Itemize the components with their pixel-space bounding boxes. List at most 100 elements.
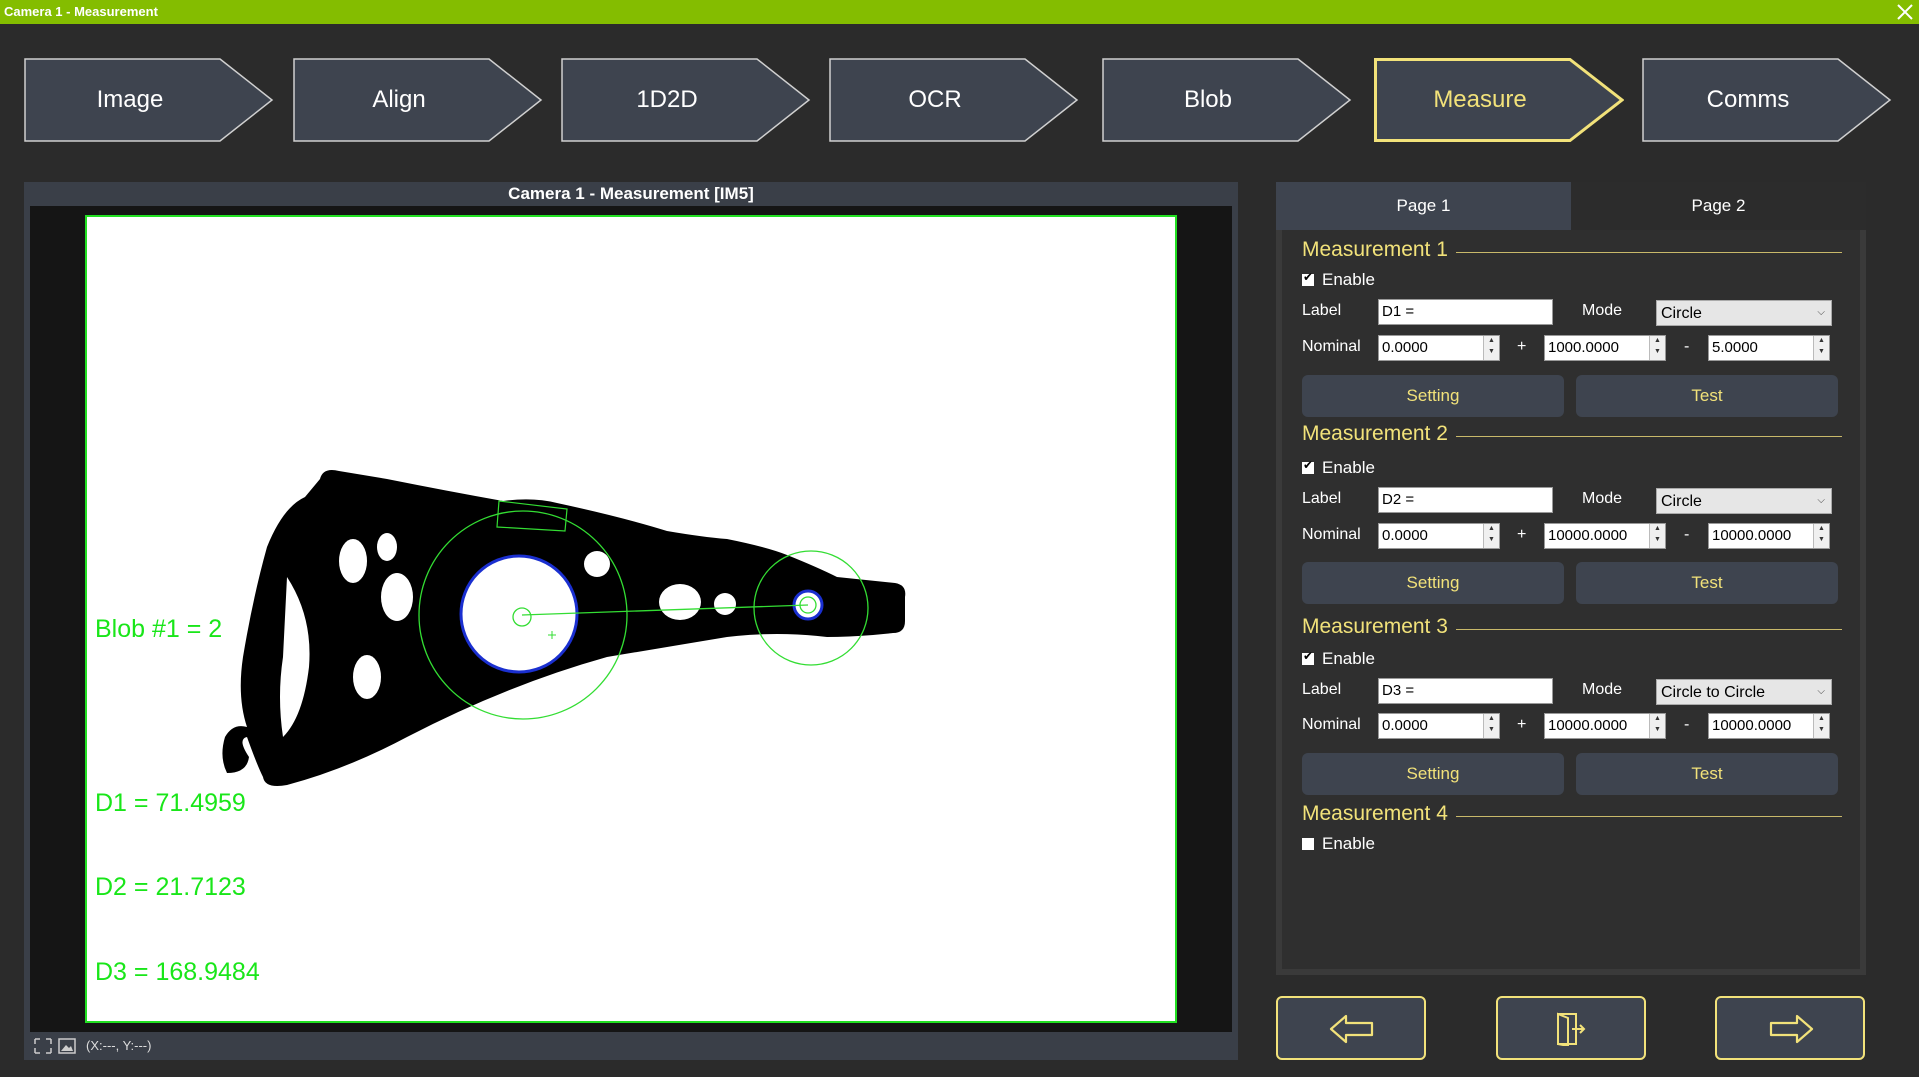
up-arrow-icon[interactable]: ▲ (1818, 337, 1825, 344)
plus-sign: + (1517, 526, 1527, 543)
next-button[interactable] (1715, 996, 1865, 1060)
down-arrow-icon[interactable]: ▼ (1654, 348, 1661, 355)
up-arrow-icon[interactable]: ▲ (1488, 525, 1495, 532)
stepper-buttons[interactable]: ▲ ▼ (1649, 336, 1665, 360)
exit-door-icon (1557, 1012, 1586, 1046)
camera-status-bar: (X:---, Y:---) (30, 1036, 630, 1056)
stepper-buttons[interactable]: ▲ ▼ (1483, 524, 1499, 548)
label-input[interactable]: D3 = (1378, 678, 1553, 704)
down-arrow-icon[interactable]: ▼ (1488, 536, 1495, 543)
up-arrow-icon[interactable]: ▲ (1818, 525, 1825, 532)
step-ocr[interactable]: OCR (829, 58, 1079, 142)
step-measure[interactable]: Measure (1374, 58, 1624, 142)
mode-value: Circle to Circle (1661, 684, 1766, 701)
stepper-buttons[interactable]: ▲ ▼ (1813, 524, 1829, 548)
nominal-value: 0.0000 (1382, 339, 1428, 356)
step-image[interactable]: Image (24, 58, 274, 142)
checkmark-icon: ✔ (1303, 649, 1314, 663)
stepper-buttons[interactable]: ▲ ▼ (1813, 714, 1829, 738)
minus-tolerance-stepper[interactable]: 10000.0000 ▲ ▼ (1708, 713, 1830, 739)
down-arrow-icon[interactable]: ▼ (1654, 726, 1661, 733)
setting-button[interactable]: Setting (1302, 753, 1564, 795)
nominal-stepper[interactable]: 0.0000 ▲ ▼ (1378, 523, 1500, 549)
stepper-buttons[interactable]: ▲ ▼ (1813, 336, 1829, 360)
back-button[interactable] (1276, 996, 1426, 1060)
test-button[interactable]: Test (1576, 753, 1838, 795)
checkbox-box[interactable] (1302, 838, 1314, 850)
up-arrow-icon[interactable]: ▲ (1488, 337, 1495, 344)
minus-tolerance-stepper[interactable]: 10000.0000 ▲ ▼ (1708, 523, 1830, 549)
down-arrow-icon[interactable]: ▼ (1818, 536, 1825, 543)
label-input[interactable]: D2 = (1378, 487, 1553, 513)
setting-button[interactable]: Setting (1302, 562, 1564, 604)
checkbox-box[interactable]: ✔ (1302, 458, 1314, 474)
down-arrow-icon[interactable]: ▼ (1488, 726, 1495, 733)
exit-button[interactable] (1496, 996, 1646, 1060)
mode-caption: Mode (1582, 681, 1623, 698)
checkbox-box[interactable]: ✔ (1302, 649, 1314, 665)
step-label: 1D2D (636, 86, 698, 113)
part-image (222, 470, 906, 786)
title-bar: Camera 1 - Measurement (0, 0, 1919, 24)
step-1d2d[interactable]: 1D2D (561, 58, 811, 142)
down-arrow-icon[interactable]: ▼ (1488, 348, 1495, 355)
step-align[interactable]: Align (293, 58, 543, 142)
step-blob[interactable]: Blob (1102, 58, 1352, 142)
up-arrow-icon[interactable]: ▲ (1654, 715, 1661, 722)
stepper-buttons[interactable]: ▲ ▼ (1649, 524, 1665, 548)
arrow-left-icon (1329, 1014, 1374, 1044)
test-button[interactable]: Test (1576, 375, 1838, 417)
up-arrow-icon[interactable]: ▲ (1654, 337, 1661, 344)
enable-checkbox[interactable]: ✔ Enable (1302, 648, 1422, 670)
test-button[interactable]: Test (1576, 562, 1838, 604)
mode-value: Circle (1661, 493, 1702, 510)
mode-select[interactable]: Circle to Circle ⌵ (1656, 679, 1832, 705)
mode-select[interactable]: Circle ⌵ (1656, 488, 1832, 514)
step-label: Blob (1183, 86, 1233, 113)
up-arrow-icon[interactable]: ▲ (1818, 715, 1825, 722)
image-icon[interactable] (58, 1038, 76, 1054)
plus-tolerance-stepper[interactable]: 10000.0000 ▲ ▼ (1544, 713, 1666, 739)
setting-button[interactable]: Setting (1302, 375, 1564, 417)
d2-result-text: D2 = 21.7123 (95, 873, 246, 901)
stepper-buttons[interactable]: ▲ ▼ (1483, 336, 1499, 360)
mode-select[interactable]: Circle ⌵ (1656, 300, 1832, 326)
camera-image[interactable]: Blob #1 = 2 D1 = 71.4959 D2 = 21.7123 D3… (85, 215, 1177, 1023)
checkbox-box[interactable]: ✔ (1302, 270, 1314, 286)
measurement-title: Measurement 4 (1302, 802, 1456, 826)
down-arrow-icon[interactable]: ▼ (1654, 536, 1661, 543)
plus-tolerance-stepper[interactable]: 10000.0000 ▲ ▼ (1544, 523, 1666, 549)
close-icon[interactable] (1895, 2, 1915, 22)
plus-tolerance-stepper[interactable]: 1000.0000 ▲ ▼ (1544, 335, 1666, 361)
minus-sign: - (1684, 338, 1690, 355)
down-arrow-icon[interactable]: ▼ (1818, 726, 1825, 733)
nominal-caption: Nominal (1302, 338, 1361, 355)
fit-to-window-icon[interactable] (34, 1038, 52, 1054)
camera-panel: Camera 1 - Measurement [IM5] Blob #1 = 2… (24, 182, 1238, 1060)
camera-view[interactable]: Blob #1 = 2 D1 = 71.4959 D2 = 21.7123 D3… (30, 206, 1232, 1032)
minus-tolerance-value: 5.0000 (1712, 339, 1758, 356)
measurement-header: Measurement 1 (1302, 238, 1842, 266)
label-input[interactable]: D1 = (1378, 299, 1553, 325)
up-arrow-icon[interactable]: ▲ (1654, 525, 1661, 532)
tab-page-1[interactable]: Page 1 (1276, 182, 1571, 230)
enable-checkbox[interactable]: ✔ Enable (1302, 269, 1422, 291)
stepper-buttons[interactable]: ▲ ▼ (1483, 714, 1499, 738)
enable-checkbox[interactable]: ✔ Enable (1302, 457, 1422, 479)
enable-checkbox[interactable]: Enable (1302, 833, 1422, 855)
page-tabs: Page 1 Page 2 (1276, 182, 1866, 230)
down-arrow-icon[interactable]: ▼ (1818, 348, 1825, 355)
minus-tolerance-value: 10000.0000 (1712, 717, 1792, 734)
stepper-buttons[interactable]: ▲ ▼ (1649, 714, 1665, 738)
window-title: Camera 1 - Measurement (4, 4, 158, 19)
up-arrow-icon[interactable]: ▲ (1488, 715, 1495, 722)
nominal-stepper[interactable]: 0.0000 ▲ ▼ (1378, 335, 1500, 361)
nominal-stepper[interactable]: 0.0000 ▲ ▼ (1378, 713, 1500, 739)
mode-caption: Mode (1582, 302, 1623, 319)
enable-label: Enable (1322, 649, 1375, 668)
tab-page-2[interactable]: Page 2 (1571, 182, 1866, 230)
measurement-title: Measurement 2 (1302, 422, 1456, 446)
step-comms[interactable]: Comms (1642, 58, 1892, 142)
minus-tolerance-stepper[interactable]: 5.0000 ▲ ▼ (1708, 335, 1830, 361)
minus-tolerance-value: 10000.0000 (1712, 527, 1792, 544)
